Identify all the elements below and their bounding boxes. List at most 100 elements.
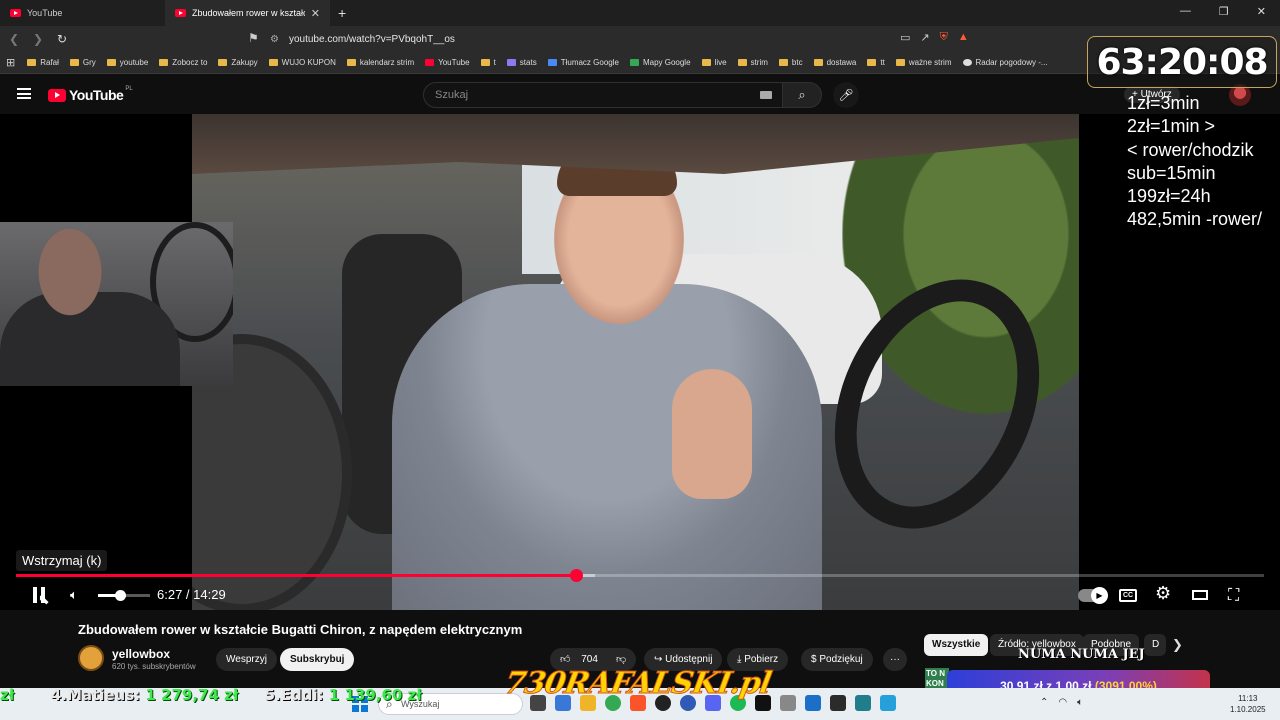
bookmark-item[interactable]: Gry (69, 58, 96, 67)
tab-title: YouTube (27, 8, 63, 18)
bookmark-item[interactable]: Radar pogodowy -... (962, 58, 1048, 67)
calculator-icon[interactable] (780, 695, 796, 711)
video-player[interactable]: Wstrzymaj (k) ⬉ 🔈︎ 6:27 / 14:29 CC ⚙ ⛶ (0, 114, 1280, 610)
fullscreen-icon[interactable]: ⛶ (1228, 587, 1239, 605)
bookmark-item[interactable]: WUJO KUPON (268, 58, 336, 67)
search-button[interactable]: ⌕ (782, 82, 822, 108)
site-info-icon[interactable]: ⚙ (270, 34, 279, 45)
chip-more[interactable]: D (1144, 634, 1166, 656)
rule-line: < rower/chodzik (1127, 139, 1254, 160)
volume-handle[interactable] (114, 590, 126, 601)
bookmark-item[interactable]: ważne strim (895, 58, 952, 67)
folder-icon (268, 59, 278, 66)
bookmark-item[interactable]: tt (867, 58, 885, 67)
bookmark-icon[interactable]: ⚑ (248, 31, 259, 45)
cast-icon[interactable]: ▭ (900, 31, 910, 44)
streamer-brand-logo: 730RAFALSKI.pl (501, 666, 774, 702)
chip-all[interactable]: Wszystkie (924, 634, 989, 656)
settings-icon[interactable]: ⚙ (1155, 583, 1171, 604)
reload-icon[interactable]: ↻ (52, 32, 72, 46)
bookmark-item[interactable]: live (701, 58, 727, 67)
app-icon[interactable] (855, 695, 871, 711)
folder-icon (867, 59, 877, 66)
bookmark-item[interactable]: dostawa (813, 58, 856, 67)
thanks-icon: $ (811, 654, 817, 665)
voice-search-button[interactable]: 🎤︎ (833, 82, 859, 108)
app-icon[interactable] (880, 695, 896, 711)
bookmark-item[interactable]: YouTube (425, 58, 470, 67)
folder-icon (480, 59, 490, 66)
pause-tooltip: Wstrzymaj (k) (16, 550, 108, 571)
folder-icon (895, 59, 905, 66)
bookmark-item[interactable]: stats (506, 58, 537, 67)
channel-name[interactable]: yellowbox (112, 647, 170, 661)
bookmark-item[interactable]: Tłumacz Google (547, 58, 619, 67)
maps-icon (629, 59, 639, 66)
time-display: 6:27 / 14:29 (157, 587, 226, 602)
subathon-timer: 63:20:08 (1087, 36, 1277, 88)
back-icon[interactable]: ❮ (4, 32, 24, 46)
thanks-button[interactable]: $ Podziękuj (801, 648, 873, 671)
keyboard-icon[interactable] (760, 91, 772, 99)
tab-current-video[interactable]: Zbudowałem rower w kształcie Bugatti ✕ (165, 0, 330, 26)
address-field[interactable]: ⚙ youtube.com/watch?v=PVbqohT__os (270, 30, 890, 48)
app-icon[interactable] (830, 695, 846, 711)
theater-mode-icon[interactable] (1192, 590, 1208, 600)
rewards-icon[interactable]: ▲ (958, 31, 969, 44)
video-person-hand (672, 369, 752, 499)
tab-title: Zbudowałem rower w kształcie Bugatti (192, 8, 305, 18)
promo-badge: TO N KON (925, 668, 949, 690)
youtube-logo[interactable]: YouTube PL (48, 86, 133, 103)
rule-line: 482,5min -rower/ (1127, 209, 1263, 230)
menu-icon[interactable] (17, 88, 31, 99)
download-icon: ⤓ (737, 654, 742, 665)
more-actions-button[interactable]: ··· (883, 648, 907, 671)
clock-date: 1.10.2025 (1230, 705, 1266, 714)
chevron-right-icon[interactable]: ❯ (1172, 637, 1183, 653)
volume-icon[interactable]: 🔈︎ (70, 587, 78, 603)
speaker-icon[interactable]: 🔈︎ (1077, 697, 1083, 708)
close-tab-icon[interactable]: ✕ (311, 7, 320, 20)
mouse-cursor-icon: ⬉ (38, 591, 50, 607)
share-icon[interactable]: ↗ (920, 31, 929, 44)
ticker-label: 5.Eddi: (264, 686, 324, 704)
bookmark-item[interactable]: youtube (106, 58, 148, 67)
taskbar-clock[interactable]: 11:13 1.10.2025 (1230, 693, 1266, 715)
bookmark-item[interactable]: Zakupy (218, 58, 258, 67)
brave-shield-icon[interactable]: ⛨ (940, 31, 948, 44)
wifi-icon[interactable]: ◠ (1058, 697, 1067, 708)
app-icon[interactable] (805, 695, 821, 711)
restore-icon[interactable]: ❐ (1219, 5, 1229, 18)
bookmark-item[interactable]: btc (778, 58, 803, 67)
ticker-label: 4.Matieus: (50, 686, 141, 704)
folder-icon (159, 59, 169, 66)
microphone-icon: 🎤︎ (838, 88, 854, 102)
search-input[interactable]: Szukaj (423, 82, 783, 108)
new-tab-icon[interactable]: + (338, 5, 346, 21)
folder-icon (218, 59, 228, 66)
like-count: 704 (581, 654, 598, 665)
close-window-icon[interactable]: ✕ (1257, 5, 1266, 18)
bookmark-item[interactable]: Rafał (27, 58, 59, 67)
bookmark-item[interactable]: Zobocz to (159, 58, 207, 67)
volume-slider[interactable] (98, 590, 150, 601)
bookmark-item[interactable]: kalendarz strim (346, 58, 414, 67)
progress-bar[interactable] (16, 569, 1264, 582)
forward-icon[interactable]: ❯ (28, 32, 48, 46)
apps-grid-icon[interactable]: ⊞ (6, 56, 15, 69)
stream-banner: NUMA NUMA JEJ (1018, 647, 1145, 662)
tab-youtube[interactable]: YouTube (0, 0, 165, 26)
minimize-icon[interactable]: — (1180, 5, 1191, 18)
weather-icon (962, 59, 972, 66)
channel-avatar[interactable] (78, 645, 104, 671)
ticker-value: 1 279,74 zł (145, 686, 239, 704)
youtube-favicon-icon (175, 9, 186, 17)
tray-overflow-icon[interactable]: ⌃ (1040, 697, 1048, 708)
bookmark-item[interactable]: Mapy Google (629, 58, 691, 67)
bookmark-item[interactable]: strim (737, 58, 768, 67)
join-button[interactable]: Wesprzyj (216, 648, 277, 671)
subscribe-button[interactable]: Subskrybuj (280, 648, 355, 671)
autoplay-toggle[interactable] (1078, 587, 1108, 604)
bookmark-item[interactable]: t (480, 58, 496, 67)
subtitles-icon[interactable]: CC (1119, 589, 1137, 602)
